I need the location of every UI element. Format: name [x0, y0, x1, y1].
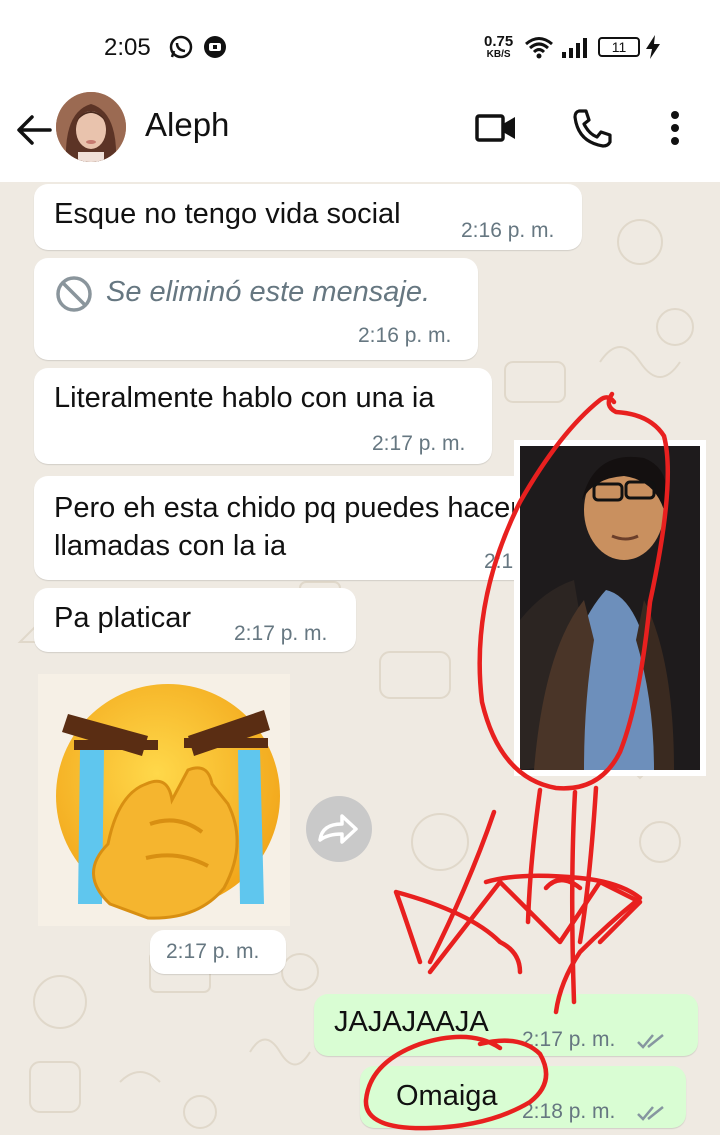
message-bubble-incoming[interactable]: Pa platicar 2:17 p. m.: [34, 588, 356, 652]
sticker-time-pill: 2:17 p. m.: [150, 930, 286, 974]
message-text: Literalmente hablo con una ia: [54, 382, 435, 414]
deleted-message-text: Se eliminó este mensaje.: [106, 276, 430, 308]
person-photo-cutout: [520, 446, 700, 770]
network-speed-unit: KB/S: [486, 49, 511, 60]
phone-icon[interactable]: [570, 106, 614, 150]
message-bubble-incoming[interactable]: Literalmente hablo con una ia 2:17 p. m.: [34, 368, 492, 464]
message-time: 2:16 p. m.: [358, 324, 452, 347]
charging-bolt-icon: [646, 35, 660, 59]
message-bubble-incoming[interactable]: Esque no tengo vida social 2:16 p. m.: [34, 184, 582, 250]
status-bar: 2:05 0.75 KB/S 11: [0, 0, 720, 92]
network-speed: 0.75 KB/S: [484, 34, 513, 60]
message-text: Omaiga: [396, 1080, 498, 1112]
message-time: 2:16 p. m.: [461, 219, 555, 242]
read-ticks-icon: [637, 1034, 664, 1049]
more-vert-icon[interactable]: [660, 106, 690, 150]
crying-emoji-sticker: [56, 684, 280, 920]
chat-header: Aleph: [0, 92, 720, 182]
forward-button[interactable]: [306, 796, 372, 862]
message-time: 2:17 p. m.: [166, 940, 260, 963]
network-speed-value: 0.75: [484, 33, 514, 50]
message-time: 2:18 p. m.: [522, 1100, 616, 1123]
sticker-crying-emoji[interactable]: [38, 674, 290, 926]
battery-level: 11: [598, 37, 640, 57]
message-bubble-outgoing[interactable]: Omaiga 2:18 p. m.: [360, 1066, 686, 1128]
deleted-message-icon: [56, 276, 92, 312]
whatsapp-icon: [169, 35, 193, 59]
photo-sticker[interactable]: [514, 440, 706, 776]
message-text: Esque no tengo vida social: [54, 198, 401, 230]
message-time: 2:17 p. m.: [372, 432, 466, 455]
chat-area[interactable]: Esque no tengo vida social 2:16 p. m. Se…: [0, 182, 720, 1135]
message-text-line-1: Pero eh esta chido pq puedes hacer: [54, 492, 520, 524]
signal-icon: [562, 38, 587, 58]
status-time: 2:05: [104, 34, 151, 61]
read-ticks-icon: [637, 1106, 664, 1121]
message-text: JAJAJAAJA: [334, 1006, 489, 1038]
media-notification-icon: [204, 36, 226, 58]
avatar-photo: [56, 92, 126, 162]
message-bubble-outgoing[interactable]: JAJAJAAJA 2:17 p. m.: [314, 994, 698, 1056]
message-bubble-deleted[interactable]: Se eliminó este mensaje. 2:16 p. m.: [34, 258, 478, 360]
forward-icon: [318, 814, 358, 844]
message-time: 2:17 p. m.: [234, 622, 328, 645]
message-time: 2:17 p. m.: [522, 1028, 616, 1051]
video-call-icon[interactable]: [474, 106, 518, 150]
message-text: Pa platicar: [54, 602, 192, 634]
message-text-line-2: llamadas con la ia: [54, 530, 287, 562]
contact-name[interactable]: Aleph: [145, 106, 229, 144]
contact-avatar[interactable]: [56, 92, 126, 162]
wifi-icon: [525, 37, 553, 59]
arrow-left-icon[interactable]: [14, 110, 54, 150]
